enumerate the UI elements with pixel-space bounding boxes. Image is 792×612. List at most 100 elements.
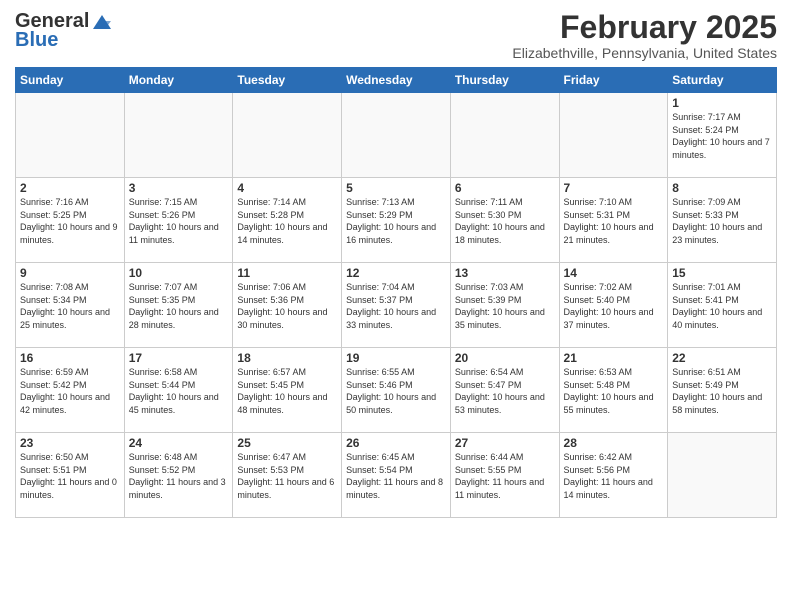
day-info: Sunrise: 6:47 AM Sunset: 5:53 PM Dayligh… <box>237 451 337 501</box>
weekday-header-tuesday: Tuesday <box>233 68 342 93</box>
title-block: February 2025 Elizabethville, Pennsylvan… <box>512 10 777 61</box>
logo-blue-text: Blue <box>15 29 58 52</box>
calendar-cell: 28Sunrise: 6:42 AM Sunset: 5:56 PM Dayli… <box>559 433 668 518</box>
calendar-cell: 21Sunrise: 6:53 AM Sunset: 5:48 PM Dayli… <box>559 348 668 433</box>
day-info: Sunrise: 7:16 AM Sunset: 5:25 PM Dayligh… <box>20 196 120 246</box>
day-info: Sunrise: 7:15 AM Sunset: 5:26 PM Dayligh… <box>129 196 229 246</box>
calendar-header: SundayMondayTuesdayWednesdayThursdayFrid… <box>16 68 777 93</box>
calendar-cell: 8Sunrise: 7:09 AM Sunset: 5:33 PM Daylig… <box>668 178 777 263</box>
calendar-table: SundayMondayTuesdayWednesdayThursdayFrid… <box>15 67 777 518</box>
day-number: 18 <box>237 351 337 365</box>
calendar-cell: 12Sunrise: 7:04 AM Sunset: 5:37 PM Dayli… <box>342 263 451 348</box>
day-info: Sunrise: 6:44 AM Sunset: 5:55 PM Dayligh… <box>455 451 555 501</box>
calendar-cell: 15Sunrise: 7:01 AM Sunset: 5:41 PM Dayli… <box>668 263 777 348</box>
day-info: Sunrise: 6:50 AM Sunset: 5:51 PM Dayligh… <box>20 451 120 501</box>
day-number: 17 <box>129 351 229 365</box>
weekday-header-thursday: Thursday <box>450 68 559 93</box>
day-info: Sunrise: 6:53 AM Sunset: 5:48 PM Dayligh… <box>564 366 664 416</box>
day-info: Sunrise: 7:08 AM Sunset: 5:34 PM Dayligh… <box>20 281 120 331</box>
calendar-cell: 20Sunrise: 6:54 AM Sunset: 5:47 PM Dayli… <box>450 348 559 433</box>
day-number: 9 <box>20 266 120 280</box>
day-number: 16 <box>20 351 120 365</box>
weekday-header-sunday: Sunday <box>16 68 125 93</box>
calendar-week-4: 16Sunrise: 6:59 AM Sunset: 5:42 PM Dayli… <box>16 348 777 433</box>
day-number: 7 <box>564 181 664 195</box>
calendar-cell: 22Sunrise: 6:51 AM Sunset: 5:49 PM Dayli… <box>668 348 777 433</box>
day-info: Sunrise: 7:11 AM Sunset: 5:30 PM Dayligh… <box>455 196 555 246</box>
day-number: 27 <box>455 436 555 450</box>
calendar-cell <box>559 93 668 178</box>
calendar-week-1: 1Sunrise: 7:17 AM Sunset: 5:24 PM Daylig… <box>16 93 777 178</box>
day-info: Sunrise: 6:54 AM Sunset: 5:47 PM Dayligh… <box>455 366 555 416</box>
day-number: 15 <box>672 266 772 280</box>
calendar-cell <box>124 93 233 178</box>
day-number: 26 <box>346 436 446 450</box>
day-info: Sunrise: 6:59 AM Sunset: 5:42 PM Dayligh… <box>20 366 120 416</box>
weekday-header-wednesday: Wednesday <box>342 68 451 93</box>
weekday-header-friday: Friday <box>559 68 668 93</box>
calendar-cell <box>16 93 125 178</box>
day-number: 12 <box>346 266 446 280</box>
day-info: Sunrise: 6:45 AM Sunset: 5:54 PM Dayligh… <box>346 451 446 501</box>
day-number: 24 <box>129 436 229 450</box>
calendar-cell: 13Sunrise: 7:03 AM Sunset: 5:39 PM Dayli… <box>450 263 559 348</box>
day-number: 2 <box>20 181 120 195</box>
day-info: Sunrise: 6:57 AM Sunset: 5:45 PM Dayligh… <box>237 366 337 416</box>
calendar-body: 1Sunrise: 7:17 AM Sunset: 5:24 PM Daylig… <box>16 93 777 518</box>
day-number: 4 <box>237 181 337 195</box>
calendar-cell: 2Sunrise: 7:16 AM Sunset: 5:25 PM Daylig… <box>16 178 125 263</box>
logo: General Blue <box>15 10 113 52</box>
day-info: Sunrise: 6:48 AM Sunset: 5:52 PM Dayligh… <box>129 451 229 501</box>
calendar-cell: 24Sunrise: 6:48 AM Sunset: 5:52 PM Dayli… <box>124 433 233 518</box>
calendar-cell: 23Sunrise: 6:50 AM Sunset: 5:51 PM Dayli… <box>16 433 125 518</box>
calendar-cell <box>668 433 777 518</box>
day-number: 13 <box>455 266 555 280</box>
calendar-cell: 3Sunrise: 7:15 AM Sunset: 5:26 PM Daylig… <box>124 178 233 263</box>
calendar-cell: 27Sunrise: 6:44 AM Sunset: 5:55 PM Dayli… <box>450 433 559 518</box>
day-number: 3 <box>129 181 229 195</box>
day-info: Sunrise: 6:58 AM Sunset: 5:44 PM Dayligh… <box>129 366 229 416</box>
location: Elizabethville, Pennsylvania, United Sta… <box>512 45 777 61</box>
day-number: 10 <box>129 266 229 280</box>
page-container: General Blue February 2025 Elizabethvill… <box>0 0 792 528</box>
day-info: Sunrise: 6:51 AM Sunset: 5:49 PM Dayligh… <box>672 366 772 416</box>
calendar-cell: 16Sunrise: 6:59 AM Sunset: 5:42 PM Dayli… <box>16 348 125 433</box>
day-number: 22 <box>672 351 772 365</box>
day-number: 25 <box>237 436 337 450</box>
day-info: Sunrise: 7:03 AM Sunset: 5:39 PM Dayligh… <box>455 281 555 331</box>
calendar-cell: 9Sunrise: 7:08 AM Sunset: 5:34 PM Daylig… <box>16 263 125 348</box>
weekday-header-saturday: Saturday <box>668 68 777 93</box>
calendar-cell: 19Sunrise: 6:55 AM Sunset: 5:46 PM Dayli… <box>342 348 451 433</box>
weekday-header-monday: Monday <box>124 68 233 93</box>
day-info: Sunrise: 6:42 AM Sunset: 5:56 PM Dayligh… <box>564 451 664 501</box>
calendar-cell: 18Sunrise: 6:57 AM Sunset: 5:45 PM Dayli… <box>233 348 342 433</box>
calendar-cell: 10Sunrise: 7:07 AM Sunset: 5:35 PM Dayli… <box>124 263 233 348</box>
calendar-week-5: 23Sunrise: 6:50 AM Sunset: 5:51 PM Dayli… <box>16 433 777 518</box>
calendar-cell: 7Sunrise: 7:10 AM Sunset: 5:31 PM Daylig… <box>559 178 668 263</box>
calendar-cell: 4Sunrise: 7:14 AM Sunset: 5:28 PM Daylig… <box>233 178 342 263</box>
day-number: 21 <box>564 351 664 365</box>
day-number: 20 <box>455 351 555 365</box>
day-info: Sunrise: 7:17 AM Sunset: 5:24 PM Dayligh… <box>672 111 772 161</box>
day-info: Sunrise: 7:06 AM Sunset: 5:36 PM Dayligh… <box>237 281 337 331</box>
day-info: Sunrise: 7:10 AM Sunset: 5:31 PM Dayligh… <box>564 196 664 246</box>
calendar-cell: 26Sunrise: 6:45 AM Sunset: 5:54 PM Dayli… <box>342 433 451 518</box>
weekday-header-row: SundayMondayTuesdayWednesdayThursdayFrid… <box>16 68 777 93</box>
day-number: 6 <box>455 181 555 195</box>
day-number: 28 <box>564 436 664 450</box>
month-title: February 2025 <box>512 10 777 45</box>
day-info: Sunrise: 7:14 AM Sunset: 5:28 PM Dayligh… <box>237 196 337 246</box>
day-info: Sunrise: 7:02 AM Sunset: 5:40 PM Dayligh… <box>564 281 664 331</box>
header: General Blue February 2025 Elizabethvill… <box>15 10 777 61</box>
day-info: Sunrise: 7:13 AM Sunset: 5:29 PM Dayligh… <box>346 196 446 246</box>
calendar-week-3: 9Sunrise: 7:08 AM Sunset: 5:34 PM Daylig… <box>16 263 777 348</box>
day-info: Sunrise: 7:09 AM Sunset: 5:33 PM Dayligh… <box>672 196 772 246</box>
calendar-cell: 5Sunrise: 7:13 AM Sunset: 5:29 PM Daylig… <box>342 178 451 263</box>
calendar-cell <box>450 93 559 178</box>
calendar-cell: 25Sunrise: 6:47 AM Sunset: 5:53 PM Dayli… <box>233 433 342 518</box>
day-number: 8 <box>672 181 772 195</box>
calendar-cell <box>342 93 451 178</box>
calendar-cell: 17Sunrise: 6:58 AM Sunset: 5:44 PM Dayli… <box>124 348 233 433</box>
day-number: 1 <box>672 96 772 110</box>
logo-icon <box>91 13 113 31</box>
